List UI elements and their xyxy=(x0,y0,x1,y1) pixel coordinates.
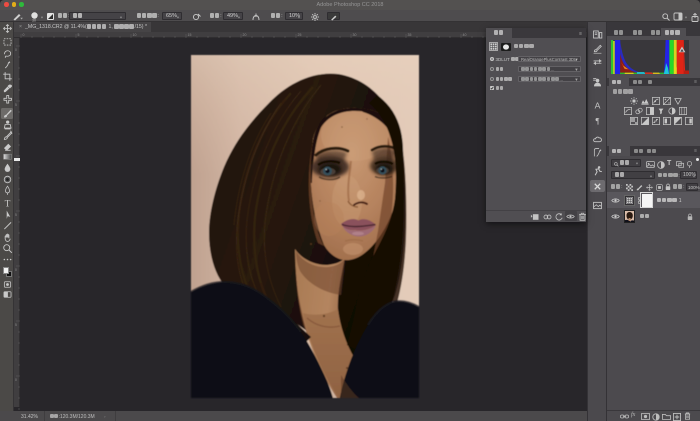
svg-text:¶: ¶ xyxy=(596,116,600,126)
svg-text:30: 30 xyxy=(353,33,357,37)
svg-text:0: 0 xyxy=(15,48,17,52)
svg-text:5: 5 xyxy=(15,213,17,217)
svg-text:15: 15 xyxy=(188,33,192,37)
svg-text:0: 0 xyxy=(15,268,17,272)
svg-text:0: 0 xyxy=(15,378,17,382)
svg-text:5: 5 xyxy=(15,323,17,327)
svg-text:A: A xyxy=(595,101,601,111)
svg-text:35: 35 xyxy=(408,33,412,37)
svg-text:5: 5 xyxy=(15,103,17,107)
svg-text:25: 25 xyxy=(298,33,302,37)
svg-text:10: 10 xyxy=(133,33,137,37)
svg-text:5: 5 xyxy=(78,33,80,37)
svg-text:0: 0 xyxy=(23,33,25,37)
svg-text:40: 40 xyxy=(463,33,467,37)
svg-text:20: 20 xyxy=(243,33,247,37)
svg-text:T: T xyxy=(4,199,10,209)
